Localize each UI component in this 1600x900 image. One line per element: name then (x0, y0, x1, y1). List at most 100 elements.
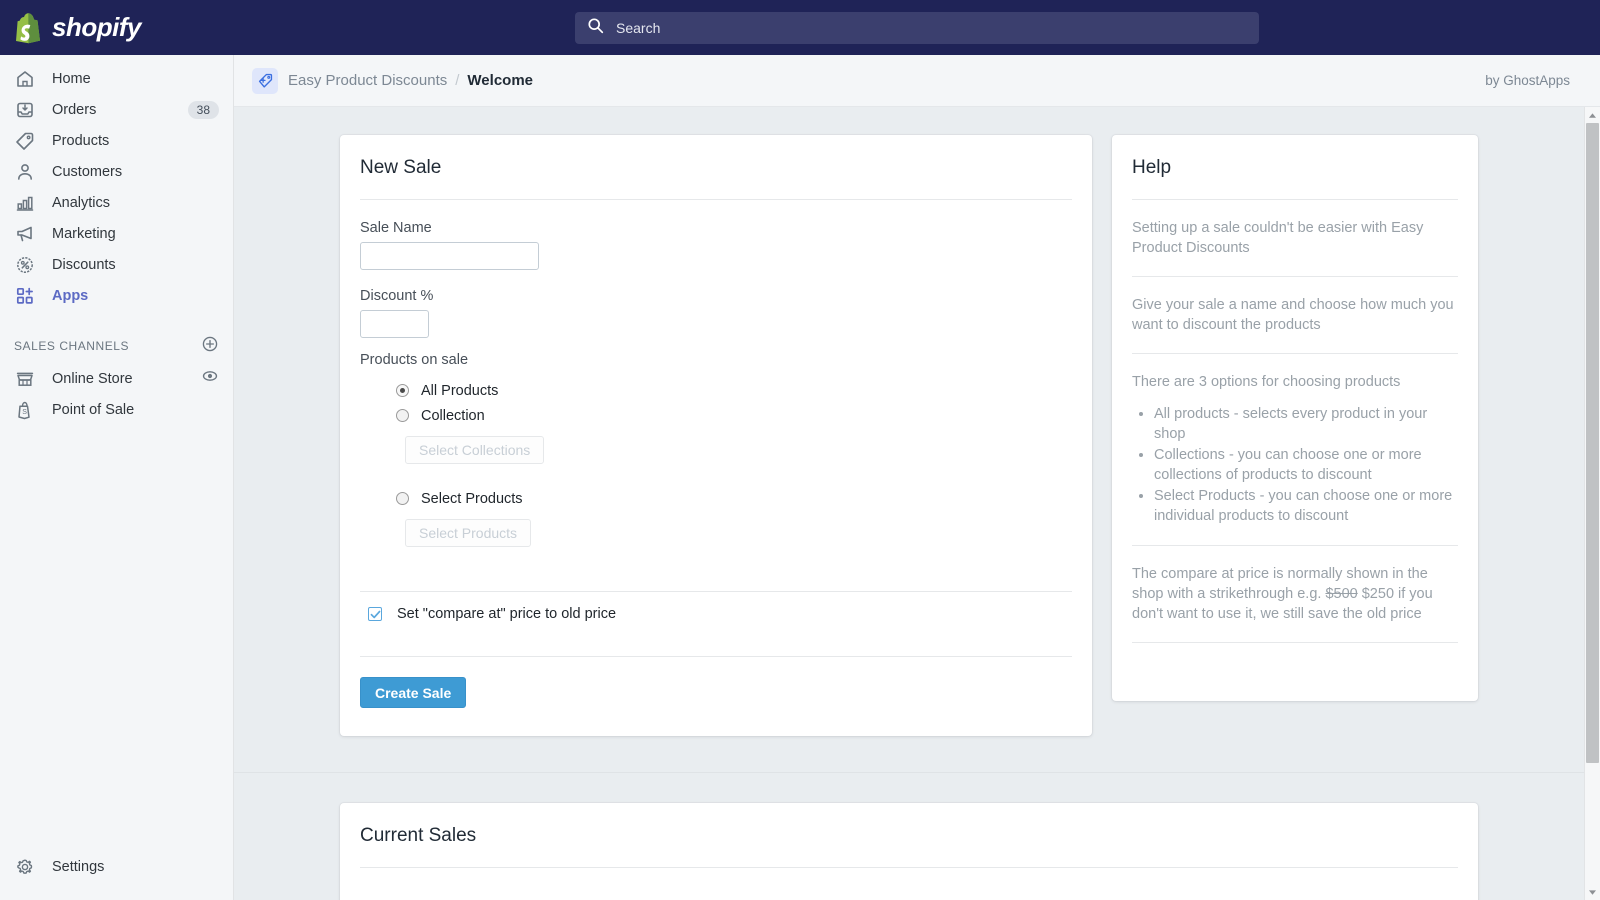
sidebar-footer: Settings (0, 851, 233, 900)
shopify-logo[interactable]: shopify (0, 12, 234, 44)
old-price-strikethrough: $500 (1325, 586, 1358, 602)
radio-icon[interactable] (396, 409, 409, 422)
sidebar-item-online-store[interactable]: Online Store (0, 363, 233, 394)
sale-name-input[interactable] (360, 242, 539, 270)
current-sales-card: Current Sales (340, 803, 1478, 900)
top-bar: shopify Search (0, 0, 1600, 55)
sales-channels-title: SALES CHANNELS (14, 339, 130, 353)
sidebar-item-marketing[interactable]: Marketing (0, 218, 233, 249)
list-item: Select Products - you can choose one or … (1154, 486, 1458, 526)
sidebar-item-label: Marketing (52, 225, 116, 242)
radio-select-products[interactable]: Select Products (396, 486, 1072, 511)
breadcrumb-app-name[interactable]: Easy Product Discounts (288, 72, 447, 89)
help-section-3: There are 3 options for choosing product… (1112, 354, 1478, 545)
discount-tag-plus-icon (252, 67, 278, 94)
gear-icon (14, 856, 36, 878)
radio-label: Select Products (421, 490, 523, 507)
sidebar-item-orders[interactable]: Orders 38 (0, 94, 233, 125)
list-item: All products - selects every product in … (1154, 404, 1458, 444)
new-sale-title: New Sale (360, 157, 442, 178)
sidebar-item-label: Products (52, 132, 110, 149)
sidebar-item-customers[interactable]: Customers (0, 156, 233, 187)
bar-chart-icon (14, 192, 36, 214)
orders-inbox-icon (14, 99, 36, 121)
help-options-list: All products - selects every product in … (1132, 404, 1458, 526)
sidebar-nav: Home Orders 38 Products Customers Analyt… (0, 55, 233, 425)
help-paragraph: The compare at price is normally shown i… (1132, 564, 1458, 624)
discount-percent-input[interactable] (360, 310, 429, 338)
vertical-scrollbar[interactable] (1584, 107, 1600, 900)
shopify-wordmark: shopify (52, 12, 141, 42)
select-collections-button[interactable]: Select Collections (405, 436, 545, 464)
breadcrumb: Easy Product Discounts / Welcome by Ghos… (234, 55, 1600, 107)
sidebar-item-apps[interactable]: Apps (0, 280, 233, 311)
svg-text:S: S (22, 409, 27, 416)
discount-percent-label: Discount % (360, 288, 434, 304)
page-content: New Sale Sale Name Discount % Products o… (234, 107, 1584, 900)
help-card: Help Setting up a sale couldn't be easie… (1112, 135, 1478, 701)
search-icon (587, 17, 604, 39)
scroll-down-arrow-icon[interactable] (1585, 884, 1600, 900)
person-icon (14, 161, 36, 183)
help-paragraph: There are 3 options for choosing product… (1132, 374, 1401, 390)
plus-circle-icon[interactable] (201, 335, 219, 358)
breadcrumb-separator: / (455, 72, 460, 89)
orders-count-badge: 38 (187, 100, 219, 119)
list-item: Collections - you can choose one or more… (1154, 445, 1458, 485)
sidebar-item-settings[interactable]: Settings (0, 851, 233, 882)
help-section-1: Setting up a sale couldn't be easier wit… (1112, 200, 1478, 276)
sidebar-item-discounts[interactable]: Discounts (0, 249, 233, 280)
radio-label: Collection (421, 407, 485, 424)
storefront-icon (14, 368, 36, 390)
help-paragraph: Setting up a sale couldn't be easier wit… (1132, 220, 1424, 256)
new-sale-form: Sale Name Discount % Products on sale Al… (340, 200, 1092, 591)
megaphone-icon (14, 223, 36, 245)
sidebar-item-label: Orders (52, 101, 97, 118)
main-area: Easy Product Discounts / Welcome by Ghos… (234, 55, 1600, 900)
sidebar: Home Orders 38 Products Customers Analyt… (0, 55, 234, 900)
radio-collection[interactable]: Collection (396, 403, 1072, 428)
new-sale-card: New Sale Sale Name Discount % Products o… (340, 135, 1092, 736)
compare-at-checkbox-row[interactable]: Set "compare at" price to old price (360, 592, 1072, 628)
create-sale-button[interactable]: Create Sale (360, 677, 467, 708)
top-cards-row: New Sale Sale Name Discount % Products o… (234, 135, 1584, 736)
body-row: Home Orders 38 Products Customers Analyt… (0, 55, 1600, 900)
sidebar-item-analytics[interactable]: Analytics (0, 187, 233, 218)
sidebar-item-label: Apps (52, 287, 89, 304)
scrollbar-track[interactable] (1585, 123, 1600, 884)
search-container: Search (234, 11, 1600, 44)
help-section-2: Give your sale a name and choose how muc… (1112, 277, 1478, 353)
scroll-up-arrow-icon[interactable] (1585, 107, 1600, 123)
pos-bag-icon: S (14, 399, 36, 421)
eye-icon[interactable] (201, 367, 219, 390)
home-icon (14, 68, 36, 90)
compare-at-checkbox[interactable] (368, 607, 382, 621)
radio-all-products[interactable]: All Products (396, 378, 1072, 403)
sidebar-item-label: Online Store (52, 370, 133, 387)
sidebar-item-label: Home (52, 70, 91, 87)
tag-icon (14, 130, 36, 152)
sidebar-item-label: Settings (52, 858, 105, 875)
current-sales-title: Current Sales (360, 825, 477, 846)
radio-icon[interactable] (396, 492, 409, 505)
help-section-4: The compare at price is normally shown i… (1112, 546, 1478, 642)
sidebar-item-products[interactable]: Products (0, 125, 233, 156)
scrollbar-thumb[interactable] (1585, 123, 1599, 763)
shopify-bag-icon (14, 12, 42, 44)
radio-icon[interactable] (396, 384, 409, 397)
content-scroll-area: New Sale Sale Name Discount % Products o… (234, 107, 1600, 900)
sidebar-item-home[interactable]: Home (0, 63, 233, 94)
sidebar-item-label: Discounts (52, 256, 116, 273)
search-input[interactable]: Search (575, 11, 1259, 44)
radio-label: All Products (421, 382, 499, 399)
search-placeholder: Search (616, 19, 661, 36)
help-title: Help (1132, 157, 1172, 178)
breadcrumb-current-page: Welcome (467, 72, 534, 89)
select-products-button[interactable]: Select Products (405, 519, 532, 547)
bottom-cards-row: Current Sales (234, 773, 1584, 900)
sidebar-item-point-of-sale[interactable]: S Point of Sale (0, 394, 233, 425)
sidebar-item-label: Point of Sale (52, 401, 135, 418)
compare-at-label: Set "compare at" price to old price (397, 606, 617, 622)
